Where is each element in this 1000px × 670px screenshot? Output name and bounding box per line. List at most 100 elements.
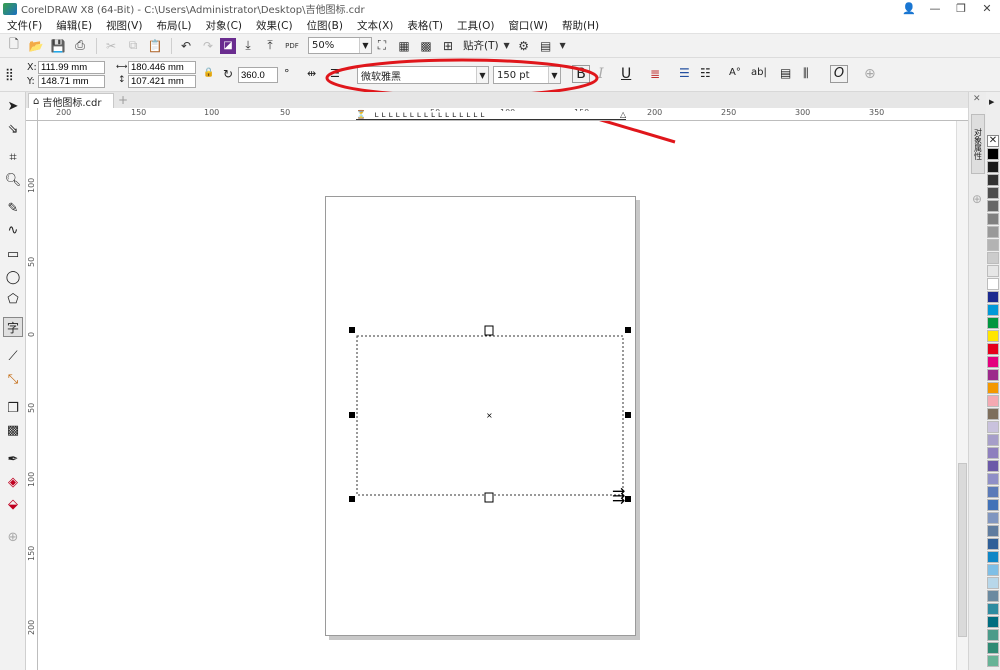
change-case-icon[interactable]: A° bbox=[729, 67, 741, 78]
new-document-icon[interactable]: 🗋 bbox=[4, 36, 24, 56]
zoom-tool-icon[interactable]: 🔍︎ bbox=[3, 170, 23, 190]
new-tab-button[interactable]: + bbox=[116, 93, 130, 107]
right-indent-marker[interactable]: △ bbox=[620, 110, 626, 119]
chevron-down-icon[interactable]: ▼ bbox=[558, 36, 568, 56]
transparency-icon[interactable]: ▩ bbox=[3, 420, 23, 440]
drop-shadow-icon[interactable]: ❐ bbox=[3, 398, 23, 418]
color-swatch[interactable] bbox=[987, 655, 999, 667]
copy-icon[interactable]: ⧉ bbox=[123, 36, 143, 56]
ellipse-tool-icon[interactable]: ◯ bbox=[3, 267, 23, 287]
color-swatch[interactable] bbox=[987, 265, 999, 277]
color-swatch[interactable] bbox=[987, 161, 999, 173]
palette-scroll-up-icon[interactable]: ▶ bbox=[989, 98, 994, 106]
bullet-list-icon[interactable]: ☰ bbox=[679, 66, 690, 80]
text-ruler-tabs[interactable]: ⏳ ʟʟʟʟʟʟʟʟʟʟʟʟʟʟʟʟ bbox=[356, 111, 626, 120]
connector-tool-icon[interactable]: ⤡ bbox=[3, 369, 23, 389]
mirror-horizontal-icon[interactable]: ⇹ bbox=[307, 67, 316, 80]
color-swatch[interactable] bbox=[987, 538, 999, 550]
y-position-field[interactable] bbox=[38, 75, 105, 88]
color-swatch[interactable] bbox=[987, 317, 999, 329]
color-swatch[interactable] bbox=[987, 447, 999, 459]
color-swatch[interactable] bbox=[987, 278, 999, 290]
full-screen-icon[interactable]: ⛶ bbox=[372, 36, 392, 56]
x-position-field[interactable] bbox=[38, 61, 105, 74]
export-icon[interactable]: ⤒ bbox=[260, 36, 280, 56]
menu-tools[interactable]: 工具(O) bbox=[450, 18, 501, 33]
object-properties-tab[interactable]: 对象属性 bbox=[971, 114, 985, 174]
color-swatch[interactable] bbox=[987, 343, 999, 355]
document-tab[interactable]: ⌂ 吉他图标.cdr bbox=[28, 93, 114, 109]
color-swatch[interactable] bbox=[987, 525, 999, 537]
show-rulers-icon[interactable]: ▦ bbox=[394, 36, 414, 56]
color-swatch[interactable] bbox=[987, 460, 999, 472]
font-size-combo[interactable]: 150 pt ▼ bbox=[493, 66, 561, 84]
color-swatch[interactable] bbox=[987, 304, 999, 316]
search-content-icon[interactable]: ◪ bbox=[220, 37, 236, 54]
height-field[interactable] bbox=[128, 75, 196, 88]
color-swatch[interactable] bbox=[987, 226, 999, 238]
open-folder-icon[interactable]: 📂 bbox=[26, 36, 46, 56]
menu-view[interactable]: 视图(V) bbox=[99, 18, 149, 33]
vertical-scrollbar[interactable] bbox=[956, 121, 968, 670]
color-swatch[interactable] bbox=[987, 200, 999, 212]
bold-button[interactable]: B bbox=[572, 65, 590, 83]
color-swatch[interactable] bbox=[987, 499, 999, 511]
color-swatch[interactable] bbox=[987, 421, 999, 433]
numbered-list-icon[interactable]: ☷ bbox=[700, 66, 711, 80]
menu-layout[interactable]: 布局(L) bbox=[149, 18, 198, 33]
show-guidelines-icon[interactable]: ⊞ bbox=[438, 36, 458, 56]
color-swatch[interactable] bbox=[987, 473, 999, 485]
color-swatch[interactable] bbox=[987, 603, 999, 615]
ruler-corner[interactable] bbox=[26, 108, 38, 121]
options-gear-icon[interactable]: ⚙ bbox=[514, 36, 534, 56]
color-swatch[interactable] bbox=[987, 512, 999, 524]
restore-button[interactable]: ❐ bbox=[948, 2, 974, 15]
scrollbar-thumb[interactable] bbox=[958, 463, 967, 637]
vertical-text-icon[interactable]: ⫼ bbox=[803, 66, 809, 81]
publish-pdf-icon[interactable]: PDF bbox=[282, 36, 302, 56]
color-swatch[interactable] bbox=[987, 486, 999, 498]
text-tool-icon[interactable]: 字 bbox=[3, 317, 23, 337]
color-swatch[interactable] bbox=[987, 252, 999, 264]
color-swatch[interactable] bbox=[987, 590, 999, 602]
eyedropper-icon[interactable]: ✒ bbox=[3, 449, 23, 469]
drawing-canvas[interactable]: × ⇶ bbox=[38, 121, 956, 670]
menu-text[interactable]: 文本(X) bbox=[350, 18, 400, 33]
color-swatch[interactable] bbox=[987, 174, 999, 186]
menu-table[interactable]: 表格(T) bbox=[400, 18, 450, 33]
save-icon[interactable]: 💾 bbox=[48, 36, 68, 56]
object-origin-icon[interactable]: ⣿ bbox=[5, 67, 14, 81]
color-swatch[interactable] bbox=[987, 330, 999, 342]
paste-icon[interactable]: 📋 bbox=[145, 36, 165, 56]
polygon-tool-icon[interactable]: ⬠ bbox=[3, 289, 23, 309]
color-swatch[interactable] bbox=[987, 629, 999, 641]
undo-icon[interactable]: ↶ bbox=[176, 36, 196, 56]
horizontal-ruler[interactable]: 200 150 100 50 50 100 150 200 250 300 35… bbox=[38, 108, 968, 121]
underline-button[interactable]: U bbox=[621, 66, 631, 82]
color-swatch[interactable] bbox=[987, 564, 999, 576]
shape-tool-icon[interactable]: ⇘ bbox=[3, 119, 23, 139]
docker-add-icon[interactable]: ⊕ bbox=[972, 192, 982, 206]
menu-bitmaps[interactable]: 位图(B) bbox=[300, 18, 350, 33]
color-swatch[interactable] bbox=[987, 551, 999, 563]
pick-tool-icon[interactable]: ➤ bbox=[3, 96, 23, 116]
color-swatch[interactable] bbox=[987, 382, 999, 394]
color-swatch[interactable] bbox=[987, 291, 999, 303]
color-swatch[interactable] bbox=[987, 616, 999, 628]
add-tool-icon[interactable]: ⊕ bbox=[3, 527, 23, 547]
freehand-tool-icon[interactable]: ✎ bbox=[3, 198, 23, 218]
horizontal-text-icon[interactable]: ▤ bbox=[780, 66, 791, 80]
zoom-level-combo[interactable]: 50% ▼ bbox=[308, 37, 372, 54]
color-swatch[interactable] bbox=[987, 187, 999, 199]
menu-edit[interactable]: 编辑(E) bbox=[49, 18, 99, 33]
color-swatch[interactable] bbox=[987, 369, 999, 381]
show-grid-icon[interactable]: ▩ bbox=[416, 36, 436, 56]
menu-effects[interactable]: 效果(C) bbox=[249, 18, 300, 33]
color-swatch[interactable] bbox=[987, 642, 999, 654]
crop-tool-icon[interactable]: ⌗ bbox=[3, 147, 23, 167]
print-icon[interactable]: ⎙ bbox=[70, 36, 90, 56]
menu-file[interactable]: 文件(F) bbox=[0, 18, 49, 33]
color-swatch[interactable] bbox=[987, 356, 999, 368]
width-field[interactable] bbox=[128, 61, 196, 74]
color-swatch[interactable] bbox=[987, 213, 999, 225]
